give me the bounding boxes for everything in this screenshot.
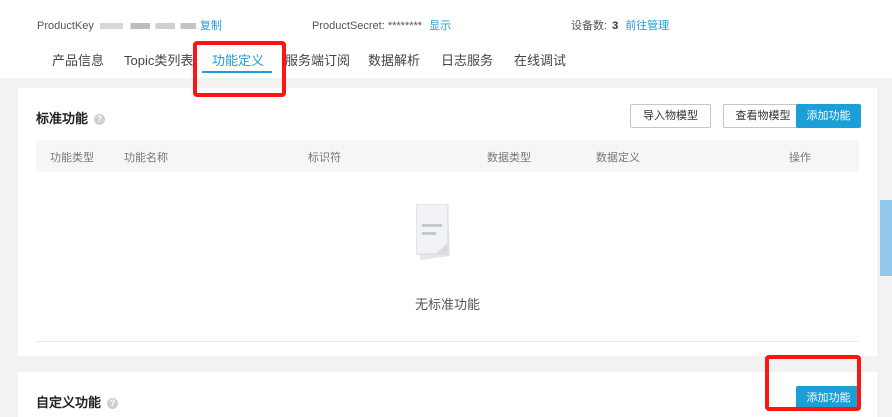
tab-product-info[interactable]: 产品信息	[52, 50, 104, 69]
custom-features-panel: 自定义功能? 添加功能	[18, 372, 877, 417]
floating-side-tab[interactable]	[880, 200, 892, 276]
active-tab-indicator	[202, 71, 272, 73]
device-count-value: 3	[612, 20, 619, 32]
product-key-info: ProductKey 复制	[37, 17, 222, 33]
device-count-info: 设备数: 3 前往管理	[571, 17, 669, 33]
empty-document-icon	[416, 204, 450, 260]
product-secret-info: ProductSecret: ******** 显示	[312, 17, 451, 33]
import-thing-model-button[interactable]: 导入物模型	[630, 104, 711, 128]
column-actions: 操作	[789, 152, 811, 164]
add-standard-feature-button[interactable]: 添加功能	[796, 104, 861, 128]
help-icon[interactable]: ?	[107, 398, 119, 409]
tab-topic-list[interactable]: Topic类列表	[124, 50, 193, 69]
custom-features-title-text: 自定义功能	[36, 395, 102, 410]
manage-devices-link[interactable]: 前往管理	[625, 20, 669, 32]
standard-features-panel: 标准功能? 导入物模型 查看物模型 添加功能 功能类型 功能名称 标识符 数据类…	[18, 88, 877, 356]
product-key-label: ProductKey	[37, 20, 94, 32]
tab-data-parsing[interactable]: 数据解析	[368, 50, 420, 69]
tab-server-subscription[interactable]: 服务端订阅	[285, 50, 350, 69]
show-secret-link[interactable]: 显示	[429, 20, 451, 32]
add-custom-feature-button[interactable]: 添加功能	[796, 386, 861, 410]
empty-state-text: 无标准功能	[414, 297, 480, 312]
device-count-label: 设备数:	[571, 20, 608, 32]
column-data-definition: 数据定义	[596, 152, 640, 164]
product-key-value-masked	[99, 23, 196, 30]
standard-features-title: 标准功能?	[36, 108, 106, 127]
product-tabs: 产品信息 Topic类列表 功能定义 服务端订阅 数据解析 日志服务 在线调试	[0, 44, 892, 78]
product-header: ProductKey 复制 ProductSecret: ******** 显示 …	[0, 0, 892, 78]
custom-features-title: 自定义功能?	[36, 392, 119, 411]
view-thing-model-button[interactable]: 查看物模型	[723, 104, 803, 128]
column-feature-type: 功能类型	[50, 152, 94, 164]
tab-log-service[interactable]: 日志服务	[441, 50, 493, 69]
product-secret-value: ********	[387, 20, 423, 32]
column-data-type: 数据类型	[487, 152, 531, 164]
features-table-header: 功能类型 功能名称 标识符 数据类型 数据定义 操作	[36, 140, 859, 172]
product-secret-label: ProductSecret:	[312, 20, 385, 32]
standard-features-title-text: 标准功能	[36, 111, 89, 126]
column-identifier: 标识符	[308, 152, 341, 164]
panel-divider	[36, 341, 859, 342]
column-feature-name: 功能名称	[124, 152, 168, 164]
tab-online-debug[interactable]: 在线调试	[514, 50, 566, 69]
help-icon[interactable]: ?	[94, 114, 106, 125]
tab-feature-definition[interactable]: 功能定义	[212, 50, 264, 69]
copy-product-key-link[interactable]: 复制	[200, 20, 222, 32]
